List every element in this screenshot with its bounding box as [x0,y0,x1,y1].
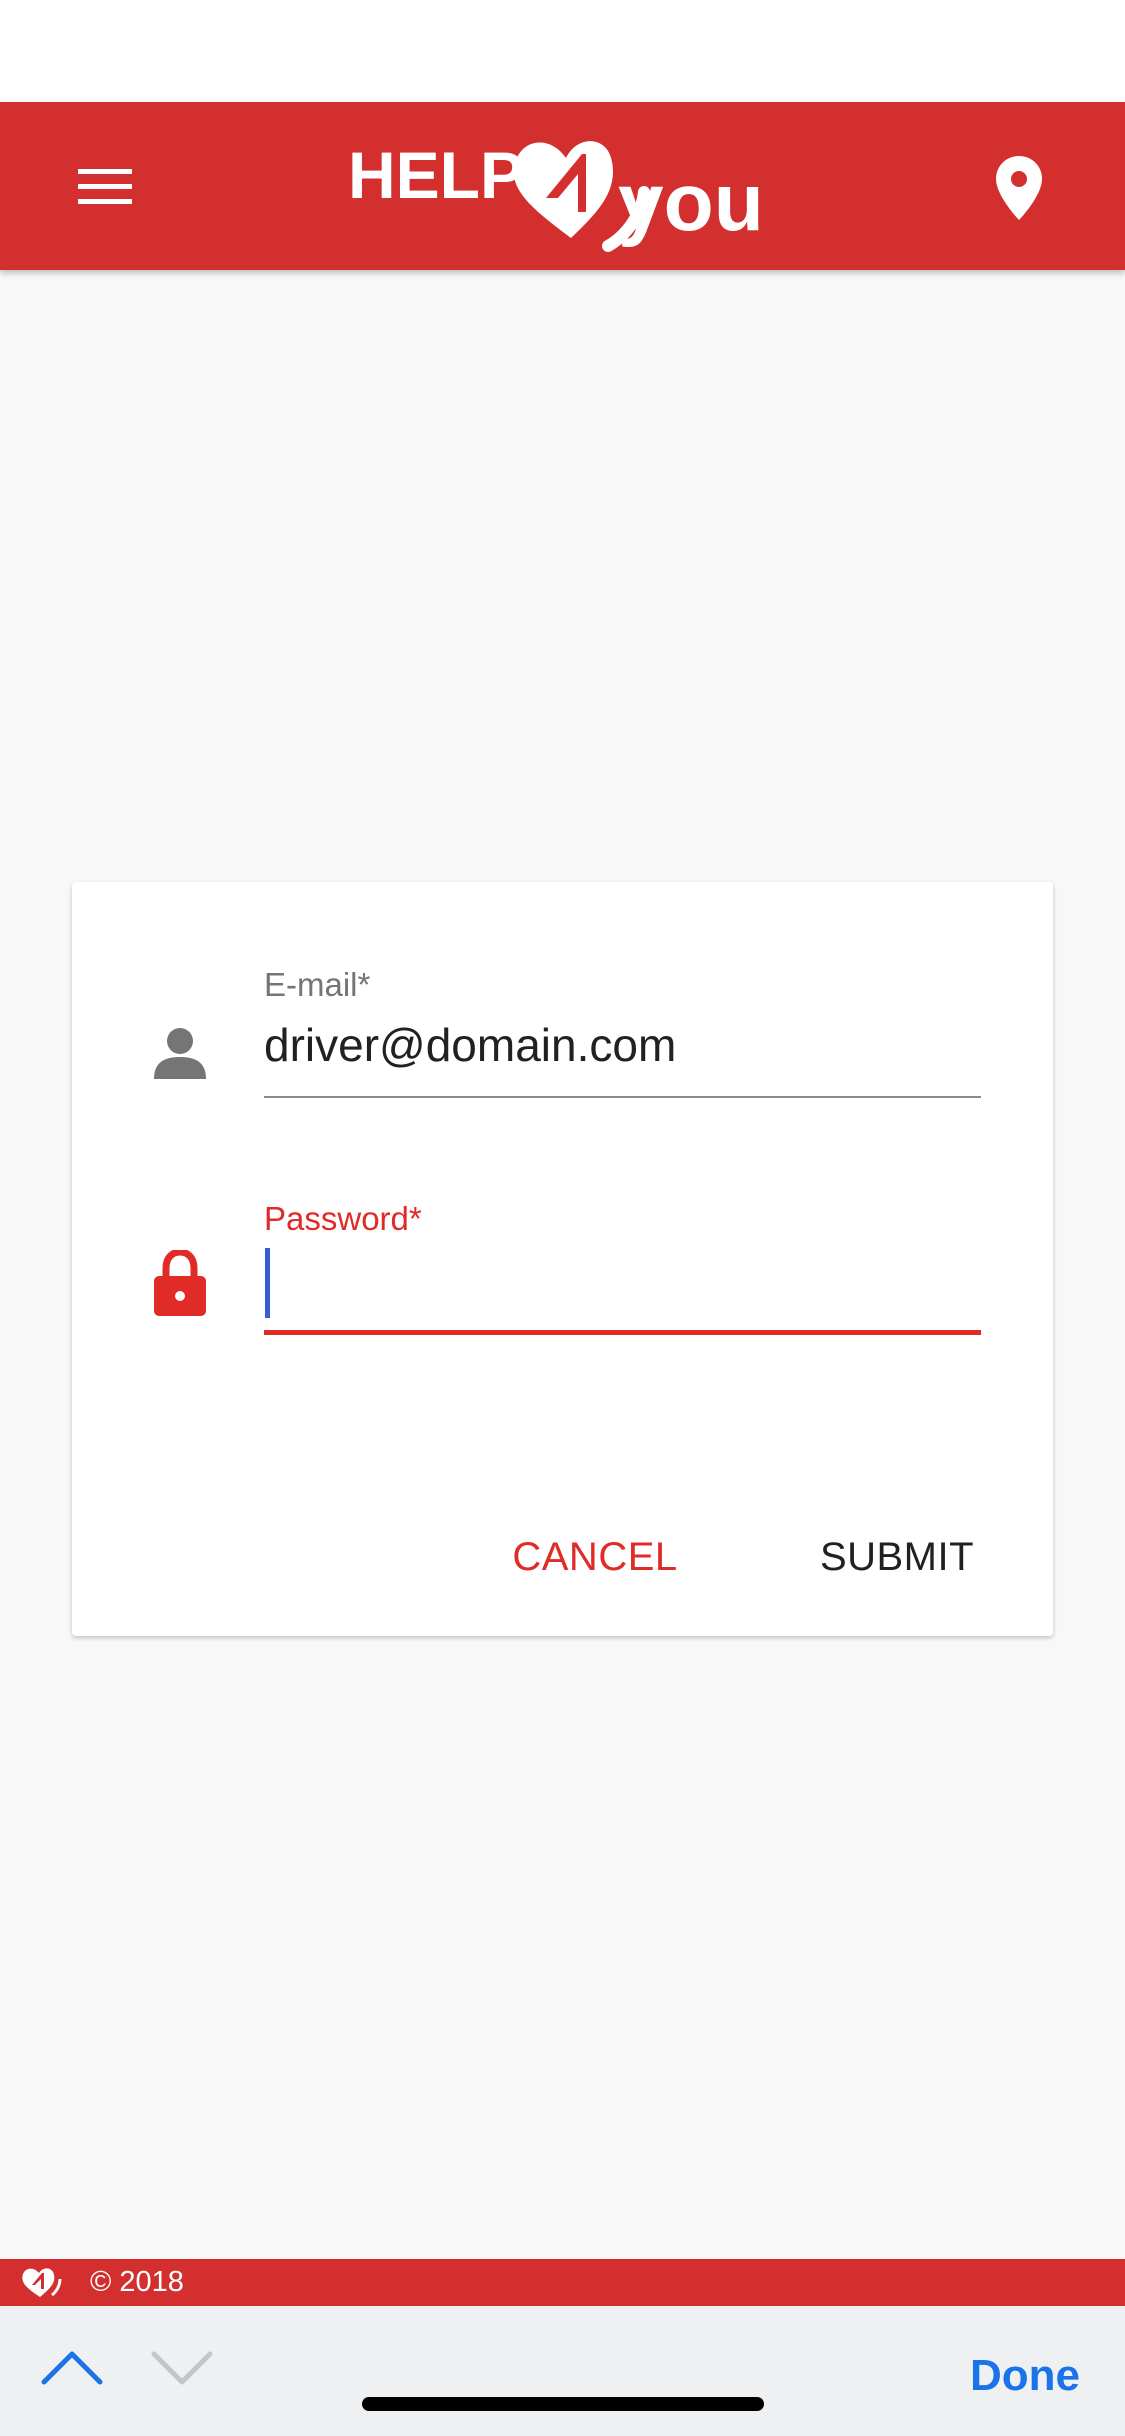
email-field[interactable]: driver@domain.com [264,1018,676,1072]
password-underline [264,1330,981,1335]
footer: © 2018 [0,2259,1125,2306]
hamburger-menu-icon [78,169,132,204]
text-cursor [265,1248,270,1318]
password-field[interactable] [264,1242,981,1312]
help4you-logo: HELP you [346,118,802,258]
previous-field-button[interactable] [40,2346,120,2406]
location-button[interactable] [972,142,1068,230]
done-button[interactable]: Done [950,2346,1100,2406]
email-label: E-mail* [264,966,371,1003]
cancel-button[interactable]: CANCEL [504,1522,686,1592]
chevron-up-icon [41,2351,103,2385]
next-field-button[interactable] [150,2346,230,2406]
location-pin-icon [996,156,1042,220]
help4you-mini-logo-icon [22,2268,62,2297]
lock-icon [154,1250,206,1316]
menu-button[interactable] [56,143,152,229]
person-icon [154,1028,206,1079]
submit-button[interactable]: SUBMIT [792,1522,1002,1592]
chevron-down-icon [151,2351,213,2385]
svg-text:HELP: HELP [348,138,524,212]
email-underline [264,1096,981,1098]
keyboard-toolbar: Done [0,2306,1125,2436]
app-bar: HELP you [0,102,1125,270]
home-indicator [362,2397,764,2411]
copyright-text: © 2018 [90,2266,184,2298]
status-bar [0,0,1125,102]
password-label: Password* [264,1200,422,1237]
login-card: E-mail* driver@domain.com Password* CANC… [72,882,1053,1636]
